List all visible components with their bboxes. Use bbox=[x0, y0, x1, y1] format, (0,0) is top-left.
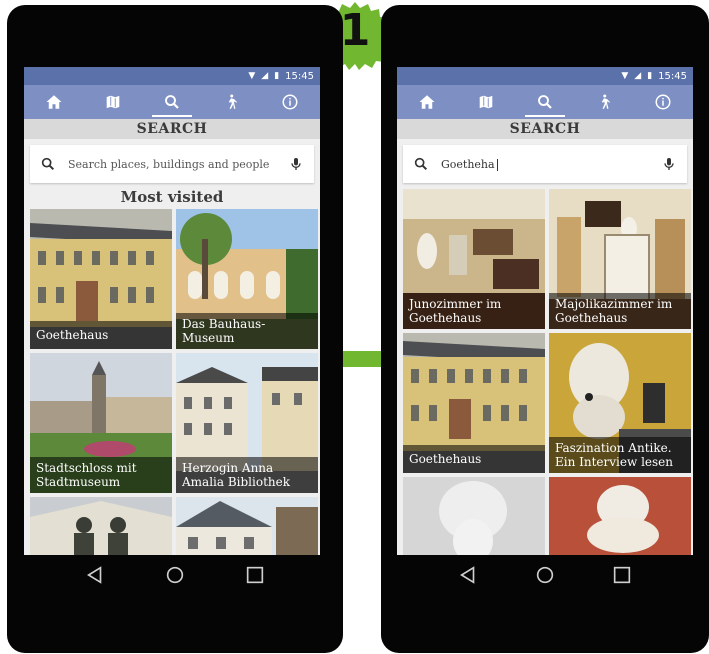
tile-monument[interactable] bbox=[30, 497, 172, 555]
goethe-schiller-monument-image bbox=[30, 497, 172, 555]
search-area: Search places, buildings and people bbox=[24, 139, 320, 187]
battery-icon: ▮ bbox=[647, 71, 653, 81]
status-time: 15:45 bbox=[658, 70, 687, 82]
tile-label: Goethehaus bbox=[30, 321, 172, 349]
walk-icon bbox=[601, 94, 611, 109]
microphone-icon[interactable] bbox=[661, 156, 677, 172]
home-button-icon[interactable] bbox=[534, 564, 556, 586]
result-grid: Goethehaus Das Bauhaus-Museum Stadtschlo… bbox=[24, 209, 320, 555]
status-bar: ▼ ◢ ▮ 15:45 bbox=[24, 67, 320, 85]
home-icon bbox=[46, 95, 62, 109]
result-grid: Junozimmer im Goethehaus Majolikazimmer … bbox=[397, 187, 693, 555]
battery-icon: ▮ bbox=[274, 71, 280, 81]
nav-info[interactable] bbox=[266, 85, 314, 119]
section-title: SEARCH bbox=[397, 119, 693, 139]
status-bar: ▼ ◢ ▮ 15:45 bbox=[397, 67, 693, 85]
nav-home[interactable] bbox=[30, 85, 78, 119]
status-time: 15:45 bbox=[285, 70, 314, 82]
search-icon bbox=[165, 95, 179, 109]
tile-stadtschloss[interactable]: Stadtschloss mit Stadtmuseum bbox=[30, 353, 172, 493]
top-nav bbox=[397, 85, 693, 119]
house-image bbox=[176, 497, 318, 555]
search-input[interactable]: Search places, buildings and people bbox=[30, 145, 314, 183]
stage: 1 ▼ ◢ ▮ 15:45 SEARCH Search places, buil… bbox=[0, 0, 709, 654]
top-nav bbox=[24, 85, 320, 119]
screen-left: ▼ ◢ ▮ 15:45 SEARCH Search places, buildi… bbox=[24, 67, 320, 555]
signal-icon: ◢ bbox=[261, 71, 269, 81]
tile-label: Stadtschloss mit Stadtmuseum bbox=[30, 457, 172, 493]
search-placeholder: Search places, buildings and people bbox=[68, 157, 270, 171]
athena-bust-image bbox=[403, 477, 545, 555]
tile-anna-amalia[interactable]: Herzogin Anna Amalia Bibliothek bbox=[176, 353, 318, 493]
microphone-icon[interactable] bbox=[288, 156, 304, 172]
search-value-wrap: Goetheha bbox=[441, 158, 649, 171]
nav-walk[interactable] bbox=[580, 85, 628, 119]
tile-label: Goethehaus bbox=[403, 445, 545, 473]
tile-faszination-antike[interactable]: Faszination Antike. Ein Interview lesen bbox=[549, 333, 691, 473]
nav-search[interactable] bbox=[148, 85, 196, 119]
tile-goethehaus[interactable]: Goethehaus bbox=[403, 333, 545, 473]
nav-map[interactable] bbox=[89, 85, 137, 119]
screen-right: ▼ ◢ ▮ 15:45 SEARCH Goetheha Junozimmer i… bbox=[397, 67, 693, 555]
map-icon bbox=[478, 94, 493, 110]
tile-label: Faszination Antike. Ein Interview lesen bbox=[549, 437, 691, 473]
tile-label: Das Bauhaus-Museum bbox=[176, 313, 318, 349]
tile-bust-red[interactable] bbox=[549, 477, 691, 555]
tile-majolikazimmer[interactable]: Majolikazimmer im Goethehaus bbox=[549, 189, 691, 329]
info-icon bbox=[655, 94, 671, 110]
search-input[interactable]: Goetheha bbox=[403, 145, 687, 183]
recents-icon[interactable] bbox=[611, 564, 633, 586]
nav-walk[interactable] bbox=[207, 85, 255, 119]
phone-left: ▼ ◢ ▮ 15:45 SEARCH Search places, buildi… bbox=[7, 5, 343, 653]
map-icon bbox=[105, 94, 120, 110]
search-area: Goetheha bbox=[397, 139, 693, 187]
wifi-icon: ▼ bbox=[621, 71, 629, 81]
tile-bauhaus-museum[interactable]: Das Bauhaus-Museum bbox=[176, 209, 318, 349]
back-icon[interactable] bbox=[457, 564, 479, 586]
flow-connector bbox=[343, 351, 383, 367]
section-title: SEARCH bbox=[24, 119, 320, 139]
walk-icon bbox=[228, 94, 238, 109]
tile-label: Majolikazimmer im Goethehaus bbox=[549, 293, 691, 329]
nav-home[interactable] bbox=[403, 85, 451, 119]
nav-search[interactable] bbox=[521, 85, 569, 119]
wifi-icon: ▼ bbox=[248, 71, 256, 81]
phone-right: ▼ ◢ ▮ 15:45 SEARCH Goetheha Junozimmer i… bbox=[381, 5, 709, 653]
tile-junozimmer[interactable]: Junozimmer im Goethehaus bbox=[403, 189, 545, 329]
search-icon bbox=[538, 95, 552, 109]
bust-red-background-image bbox=[549, 477, 691, 555]
home-button-icon[interactable] bbox=[164, 564, 186, 586]
nav-info[interactable] bbox=[639, 85, 687, 119]
system-nav bbox=[381, 555, 709, 595]
search-icon bbox=[414, 157, 428, 171]
system-nav bbox=[7, 555, 343, 595]
tile-goethehaus[interactable]: Goethehaus bbox=[30, 209, 172, 349]
back-icon[interactable] bbox=[84, 564, 106, 586]
home-icon bbox=[419, 95, 435, 109]
recents-icon[interactable] bbox=[244, 564, 266, 586]
search-value: Goetheha bbox=[441, 157, 495, 171]
tile-athena-bust[interactable] bbox=[403, 477, 545, 555]
signal-icon: ◢ bbox=[634, 71, 642, 81]
text-caret bbox=[496, 158, 498, 171]
tile-label: Herzogin Anna Amalia Bibliothek bbox=[176, 457, 318, 493]
most-visited-heading: Most visited bbox=[24, 187, 320, 209]
tile-house[interactable] bbox=[176, 497, 318, 555]
tile-label: Junozimmer im Goethehaus bbox=[403, 293, 545, 329]
nav-map[interactable] bbox=[462, 85, 510, 119]
search-icon bbox=[41, 157, 55, 171]
info-icon bbox=[282, 94, 298, 110]
